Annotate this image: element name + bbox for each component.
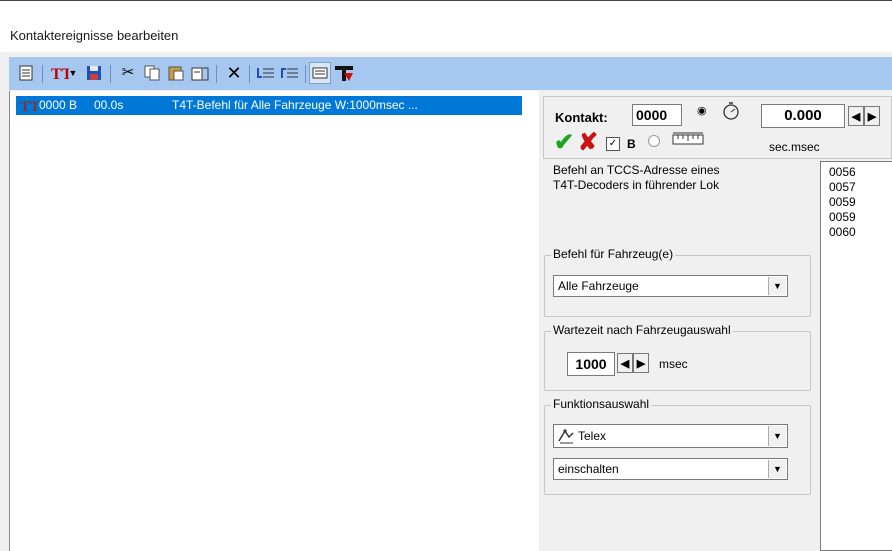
vehicle-group-legend: Befehl für Fahrzeug(e) bbox=[551, 247, 676, 261]
toolbar-separator bbox=[42, 65, 43, 83]
window-titlebar: Kontaktereignisse bearbeiten bbox=[0, 0, 892, 52]
function-select[interactable]: Telex ▼ bbox=[553, 424, 788, 448]
tv-logo-icon[interactable] bbox=[333, 62, 355, 84]
chevron-down-icon[interactable]: ▼ bbox=[768, 460, 786, 478]
function-select-value: Telex bbox=[578, 429, 607, 443]
toolbar: TT ▼ ✂ ✕ bbox=[9, 57, 892, 90]
stopwatch-icon bbox=[722, 101, 740, 124]
address-list-items: 0056 0057 0059 0059 0060 bbox=[821, 162, 892, 240]
list-item[interactable]: 0060 bbox=[829, 225, 892, 240]
function-group-legend: Funktionsauswahl bbox=[551, 397, 652, 411]
vehicle-select[interactable]: Alle Fahrzeuge ▼ bbox=[553, 275, 788, 297]
t4t-row-icon: TT bbox=[19, 97, 40, 115]
list-item[interactable]: TT 0000 B 00.0s T4T-Befehl für Alle Fahr… bbox=[16, 96, 522, 115]
time-increase-button[interactable]: ▶ bbox=[864, 106, 880, 126]
confirm-check-icon[interactable]: ✔ bbox=[554, 128, 574, 157]
description-line-1: Befehl an TCCS-Adresse eines bbox=[553, 163, 720, 177]
toolbar-separator bbox=[305, 65, 306, 83]
action-select[interactable]: einschalten ▼ bbox=[553, 458, 788, 480]
wait-time-legend: Wartezeit nach Fahrzeugauswahl bbox=[551, 323, 733, 337]
contact-input[interactable]: 0000 bbox=[632, 104, 682, 126]
wait-increase-button[interactable]: ▶ bbox=[633, 353, 649, 373]
description-line-2: T4T-Decoders in führender Lok bbox=[553, 178, 720, 192]
wait-time-unit: msec bbox=[659, 357, 688, 371]
contact-label: Kontakt: bbox=[555, 110, 608, 125]
b-checkbox[interactable]: ✓ bbox=[606, 137, 620, 151]
paste-special-icon[interactable] bbox=[189, 62, 211, 84]
radio-contact[interactable]: ◉ bbox=[697, 104, 707, 117]
vehicle-group: Befehl für Fahrzeug(e) Alle Fahrzeuge ▼ bbox=[544, 247, 811, 317]
event-list[interactable]: TT 0000 B 00.0s T4T-Befehl für Alle Fahr… bbox=[9, 91, 540, 551]
wait-decrease-button[interactable]: ◀ bbox=[617, 353, 633, 373]
address-list[interactable]: 0056 0057 0059 0059 0060 bbox=[820, 161, 892, 551]
cancel-cross-icon[interactable]: ✘ bbox=[578, 128, 598, 157]
ruler-icon bbox=[672, 132, 704, 149]
cut-icon[interactable]: ✂ bbox=[117, 62, 139, 84]
list-item[interactable]: 0056 bbox=[829, 165, 892, 180]
contact-header: Kontakt: 0000 ◉ 0.000 ◀ ▶ ✔ ✘ ✓ B sec.ms… bbox=[543, 96, 892, 159]
toolbar-separator bbox=[249, 65, 250, 83]
time-decrease-button[interactable]: ◀ bbox=[848, 106, 864, 126]
command-description: Befehl an TCCS-Adresse eines T4T-Decoder… bbox=[553, 163, 720, 193]
time-input[interactable]: 0.000 bbox=[761, 104, 845, 128]
action-select-value: einschalten bbox=[558, 462, 619, 476]
function-group: Funktionsauswahl Telex ▼ einschalten ▼ bbox=[544, 397, 811, 495]
dropdown-icon[interactable]: ▼ bbox=[67, 62, 79, 84]
list-item[interactable]: 0059 bbox=[829, 195, 892, 210]
chevron-down-icon[interactable]: ▼ bbox=[768, 426, 786, 446]
row-description: T4T-Befehl für Alle Fahrzeuge W:1000msec… bbox=[172, 98, 418, 112]
event-details-panel: Kontakt: 0000 ◉ 0.000 ◀ ▶ ✔ ✘ ✓ B sec.ms… bbox=[539, 91, 892, 551]
wait-time-input[interactable]: 1000 bbox=[567, 352, 615, 376]
list-item[interactable]: 0057 bbox=[829, 180, 892, 195]
new-doc-icon[interactable] bbox=[15, 62, 37, 84]
move-down-icon[interactable] bbox=[255, 62, 277, 84]
row-contact: 0000 B bbox=[39, 98, 78, 112]
radio-distance[interactable] bbox=[648, 135, 660, 147]
window-title: Kontaktereignisse bearbeiten bbox=[10, 28, 179, 43]
save-icon[interactable] bbox=[83, 62, 105, 84]
time-unit-label: sec.msec bbox=[769, 140, 820, 154]
svg-text:TT: TT bbox=[20, 99, 39, 113]
vehicle-select-value: Alle Fahrzeuge bbox=[558, 279, 639, 293]
list-item[interactable]: 0059 bbox=[829, 210, 892, 225]
b-checkbox-label: B bbox=[627, 137, 636, 151]
move-up-icon[interactable] bbox=[279, 62, 301, 84]
delete-icon[interactable]: ✕ bbox=[223, 62, 245, 84]
toolbar-separator bbox=[216, 65, 217, 83]
paste-icon[interactable] bbox=[165, 62, 187, 84]
chevron-down-icon[interactable]: ▼ bbox=[768, 277, 786, 295]
copy-icon[interactable] bbox=[141, 62, 163, 84]
wait-time-group: Wartezeit nach Fahrzeugauswahl 1000 ◀ ▶ … bbox=[544, 323, 811, 391]
telex-icon bbox=[557, 427, 575, 448]
list-view-icon[interactable] bbox=[309, 62, 331, 84]
row-time: 00.0s bbox=[94, 98, 124, 112]
toolbar-separator bbox=[110, 65, 111, 83]
